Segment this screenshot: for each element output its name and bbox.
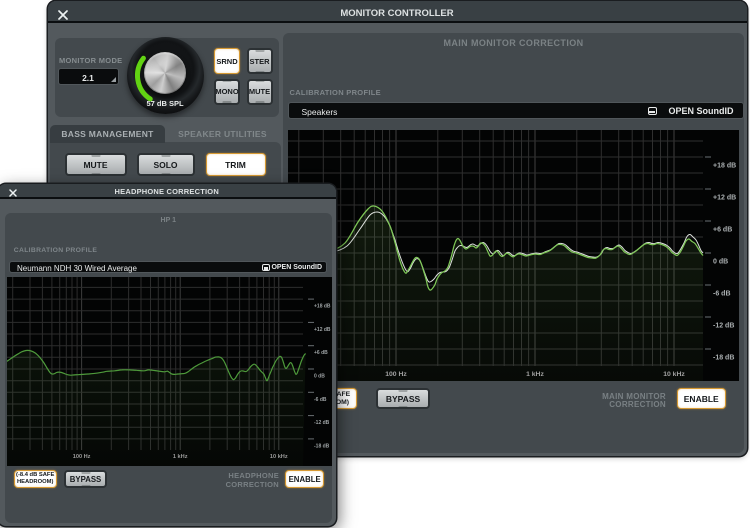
svg-text:-12 dB: -12 dB [713, 323, 734, 330]
svg-text:+18 dB: +18 dB [314, 304, 331, 310]
svg-text:100 Hz: 100 Hz [385, 371, 407, 378]
svg-text:-18 dB: -18 dB [314, 443, 330, 449]
svg-text:-6 dB: -6 dB [713, 291, 731, 298]
svg-text:+12 dB: +12 dB [314, 327, 331, 333]
svg-text:-12 dB: -12 dB [314, 420, 330, 426]
svg-text:1 kHz: 1 kHz [526, 371, 544, 378]
svg-text:+18 dB: +18 dB [713, 163, 736, 170]
svg-text:100 Hz: 100 Hz [73, 454, 91, 460]
svg-text:1 kHz: 1 kHz [173, 454, 188, 460]
svg-text:-18 dB: -18 dB [713, 355, 734, 362]
svg-text:+6 dB: +6 dB [314, 350, 328, 356]
svg-text:-6 dB: -6 dB [314, 397, 327, 403]
svg-text:+12 dB: +12 dB [713, 195, 736, 202]
svg-text:0 dB: 0 dB [314, 374, 325, 380]
svg-text:+6 dB: +6 dB [713, 227, 732, 234]
svg-text:10 kHz: 10 kHz [663, 371, 685, 378]
svg-text:10 kHz: 10 kHz [270, 454, 288, 460]
svg-text:0 dB: 0 dB [713, 259, 728, 266]
